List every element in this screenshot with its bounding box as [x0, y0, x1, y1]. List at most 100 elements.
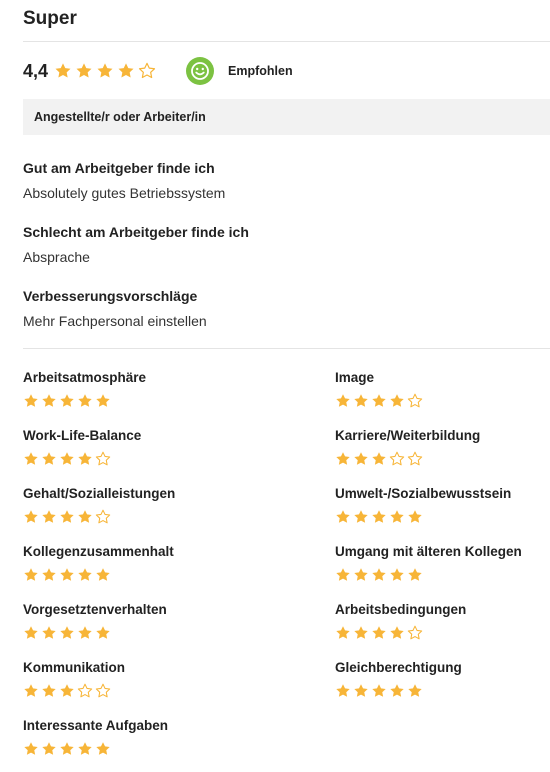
- star-icon: [78, 626, 92, 639]
- star-icon: [24, 510, 38, 523]
- section-text: Mehr Fachpersonal einstellen: [23, 313, 207, 329]
- star-icon: [372, 684, 386, 697]
- star-icon: [336, 452, 350, 465]
- star-icon: [336, 568, 350, 581]
- star-icon: [408, 510, 422, 523]
- star-icon: [372, 510, 386, 523]
- star-icon: [408, 568, 422, 581]
- star-icon: [96, 742, 110, 755]
- category-stars: [23, 509, 175, 525]
- category-stars: [335, 393, 423, 409]
- star-icon: [55, 63, 71, 78]
- star-icon: [390, 394, 404, 407]
- star-icon: [354, 394, 368, 407]
- divider: [23, 41, 550, 42]
- section-text: Absprache: [23, 249, 90, 265]
- reviewer-role-label: Angestellte/r oder Arbeiter/in: [34, 110, 206, 124]
- star-icon: [96, 568, 110, 581]
- category-stars: [335, 683, 462, 699]
- star-icon: [97, 63, 113, 78]
- category-stars: [23, 393, 146, 409]
- star-icon: [42, 626, 56, 639]
- star-icon: [372, 626, 386, 639]
- star-icon: [42, 452, 56, 465]
- category-rating: Umgang mit älteren Kollegen: [335, 544, 522, 583]
- star-icon: [78, 742, 92, 755]
- category-rating: Interessante Aufgaben: [23, 718, 168, 757]
- section-suggestions: Verbesserungsvorschläge Mehr Fachpersona…: [23, 288, 207, 329]
- category-rating: Umwelt-/Sozialbewusstsein: [335, 486, 511, 525]
- star-icon: [24, 626, 38, 639]
- category-name: Interessante Aufgaben: [23, 718, 169, 733]
- star-icon: [336, 684, 350, 697]
- category-name: Work-Life-Balance: [23, 428, 142, 443]
- star-outline-icon: [407, 393, 423, 408]
- star-icon: [336, 394, 350, 407]
- star-icon: [60, 510, 74, 523]
- star-icon: [390, 626, 404, 639]
- section-heading: Schlecht am Arbeitgeber finde ich: [23, 224, 249, 240]
- star-icon: [336, 626, 350, 639]
- star-icon: [336, 510, 350, 523]
- category-rating: Karriere/Weiterbildung: [335, 428, 480, 467]
- star-icon: [60, 742, 74, 755]
- category-rating: Arbeitsbedingungen: [335, 602, 466, 641]
- smiley-icon: [186, 57, 214, 85]
- section-heading: Verbesserungsvorschläge: [23, 288, 198, 304]
- star-icon: [408, 684, 422, 697]
- star-icon: [60, 452, 74, 465]
- category-name: Arbeitsbedingungen: [335, 602, 467, 617]
- review-card: Super 4,4 Empfohlen Angestellte/r oder A…: [0, 0, 550, 772]
- star-icon: [24, 742, 38, 755]
- star-icon: [42, 510, 56, 523]
- star-icon: [354, 568, 368, 581]
- star-icon: [354, 684, 368, 697]
- star-icon: [24, 568, 38, 581]
- star-outline-icon: [138, 62, 156, 79]
- star-icon: [78, 568, 92, 581]
- star-icon: [60, 394, 74, 407]
- star-icon: [372, 568, 386, 581]
- category-name: Gleichberechtigung: [335, 660, 462, 675]
- overall-rating: 4,4: [23, 58, 156, 84]
- review-title: Super: [23, 8, 77, 29]
- star-outline-icon: [95, 451, 111, 466]
- category-rating: Arbeitsatmosphäre: [23, 370, 146, 409]
- category-stars: [23, 683, 125, 699]
- star-outline-icon: [95, 509, 111, 524]
- category-rating: Gehalt/Sozialleistungen: [23, 486, 175, 525]
- star-icon: [96, 626, 110, 639]
- star-icon: [354, 452, 368, 465]
- category-rating: Kommunikation: [23, 660, 125, 699]
- section-heading: Gut am Arbeitgeber finde ich: [23, 160, 215, 176]
- star-icon: [78, 394, 92, 407]
- star-icon: [42, 742, 56, 755]
- category-name: Kollegenzusammenhalt: [23, 544, 174, 559]
- star-outline-icon: [407, 625, 423, 640]
- category-stars: [335, 509, 511, 525]
- star-icon: [354, 626, 368, 639]
- star-outline-icon: [95, 683, 111, 698]
- star-icon: [372, 452, 386, 465]
- category-stars: [23, 567, 174, 583]
- category-rating: Vorgesetztenverhalten: [23, 602, 167, 641]
- category-stars: [335, 625, 466, 641]
- category-name: Image: [335, 370, 375, 385]
- recommendation-label: Empfohlen: [228, 64, 293, 78]
- star-icon: [78, 510, 92, 523]
- reviewer-role: Angestellte/r oder Arbeiter/in: [23, 99, 550, 135]
- overall-stars: [54, 62, 156, 80]
- category-stars: [335, 451, 480, 467]
- category-rating: Image: [335, 370, 423, 409]
- star-icon: [60, 568, 74, 581]
- star-icon: [76, 63, 92, 78]
- star-icon: [60, 684, 74, 697]
- star-icon: [354, 510, 368, 523]
- category-name: Arbeitsatmosphäre: [23, 370, 147, 385]
- category-rating: Gleichberechtigung: [335, 660, 462, 699]
- category-name: Umwelt-/Sozialbewusstsein: [335, 486, 512, 501]
- category-name: Vorgesetztenverhalten: [23, 602, 167, 617]
- category-name: Gehalt/Sozialleistungen: [23, 486, 176, 501]
- star-icon: [118, 63, 134, 78]
- category-stars: [23, 625, 167, 641]
